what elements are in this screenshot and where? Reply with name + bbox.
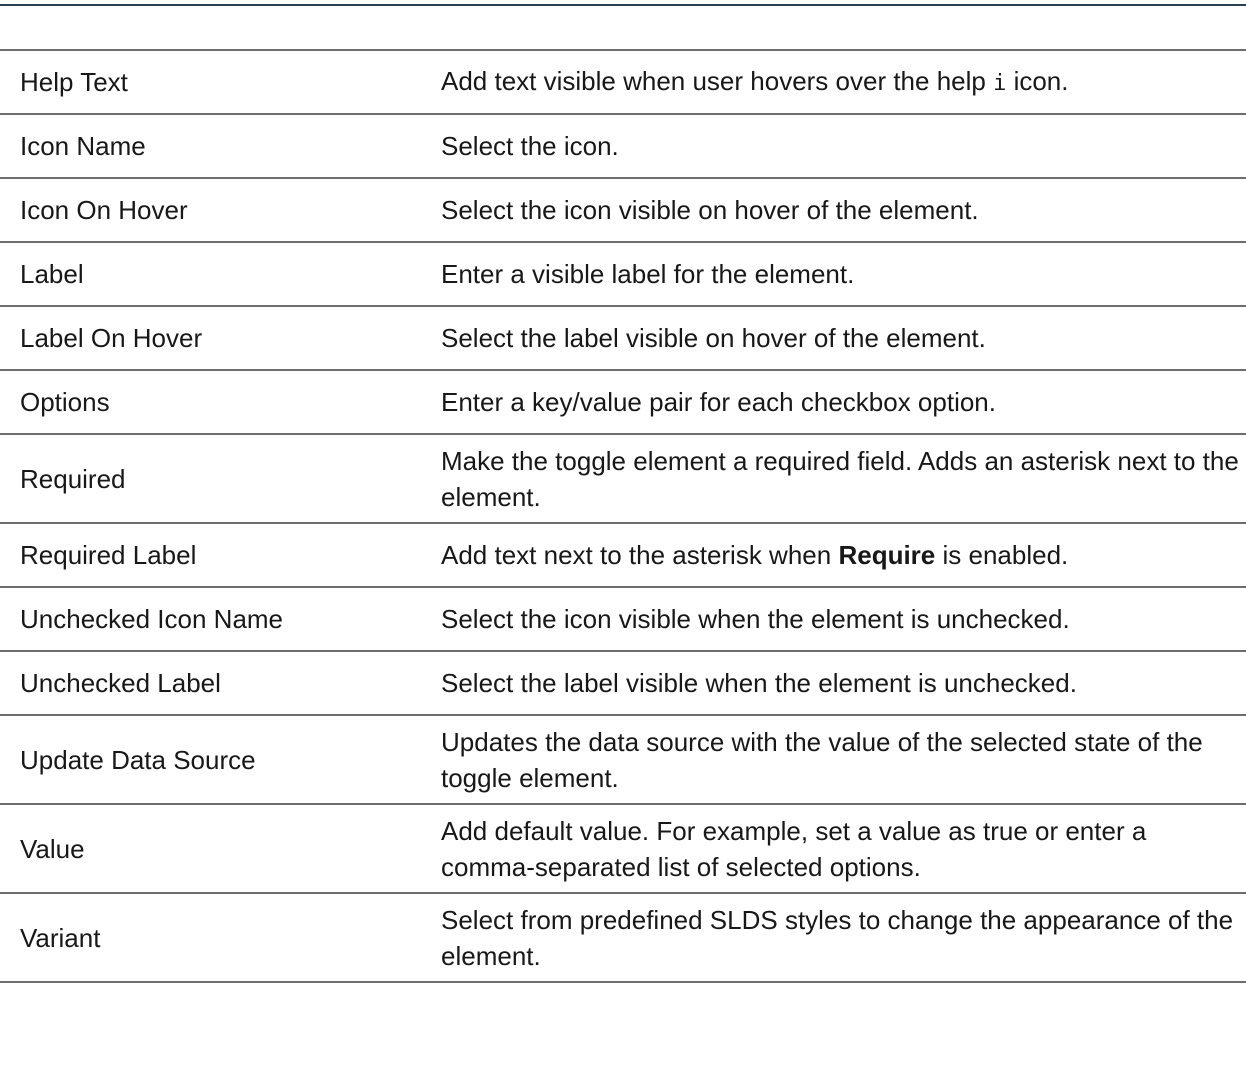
property-name: Icon Name	[20, 131, 146, 161]
property-name: Options	[20, 387, 110, 417]
table-row: Unchecked Label Select the label visible…	[0, 651, 1246, 715]
property-name: Icon On Hover	[20, 195, 188, 225]
properties-table: Help Text Add text visible when user hov…	[0, 49, 1246, 983]
table-row: Variant Select from predefined SLDS styl…	[0, 893, 1246, 982]
property-description: Select the label visible on hover of the…	[441, 323, 986, 353]
property-description: Enter a key/value pair for each checkbox…	[441, 387, 996, 417]
top-divider	[0, 0, 1246, 6]
property-description: Select the label visible when the elemen…	[441, 668, 1077, 698]
table-row: Options Enter a key/value pair for each …	[0, 370, 1246, 434]
property-name: Help Text	[20, 67, 128, 97]
help-icon-code: i	[993, 70, 1007, 96]
property-name: Label	[20, 259, 84, 289]
table-row: Help Text Add text visible when user hov…	[0, 50, 1246, 114]
table-row: Icon On Hover Select the icon visible on…	[0, 178, 1246, 242]
table-row: Required Make the toggle element a requi…	[0, 434, 1246, 523]
property-description: Add text visible when user hovers over t…	[441, 65, 1069, 96]
property-name: Variant	[20, 922, 101, 953]
property-description: Add default value. For example, set a va…	[441, 815, 1147, 882]
property-name: Required Label	[20, 540, 197, 570]
property-description: Updates the data source with the value o…	[441, 726, 1203, 793]
property-name: Unchecked Label	[20, 668, 221, 698]
property-name: Label On Hover	[20, 323, 203, 353]
property-description: Make the toggle element a required field…	[441, 445, 1239, 512]
property-name: Value	[20, 833, 85, 864]
table-row: Required Label Add text next to the aste…	[0, 523, 1246, 587]
table-row: Label Enter a visible label for the elem…	[0, 242, 1246, 306]
property-name: Unchecked Icon Name	[20, 604, 284, 634]
property-name: Required	[20, 463, 126, 494]
property-description: Select from predefined SLDS styles to ch…	[441, 904, 1234, 971]
table-row: Value Add default value. For example, se…	[0, 804, 1246, 893]
property-description: Select the icon.	[441, 131, 619, 161]
table-row: Icon Name Select the icon.	[0, 114, 1246, 178]
property-description: Select the icon visible when the element…	[441, 604, 1070, 634]
property-description: Enter a visible label for the element.	[441, 259, 855, 289]
table-row: Update Data Source Updates the data sour…	[0, 715, 1246, 804]
table-row: Label On Hover Select the label visible …	[0, 306, 1246, 370]
table-row: Unchecked Icon Name Select the icon visi…	[0, 587, 1246, 651]
require-emphasis: Require	[838, 540, 936, 570]
property-description: Add text next to the asterisk when Requi…	[441, 540, 1069, 570]
property-description: Select the icon visible on hover of the …	[441, 195, 979, 225]
property-name: Update Data Source	[20, 744, 256, 775]
